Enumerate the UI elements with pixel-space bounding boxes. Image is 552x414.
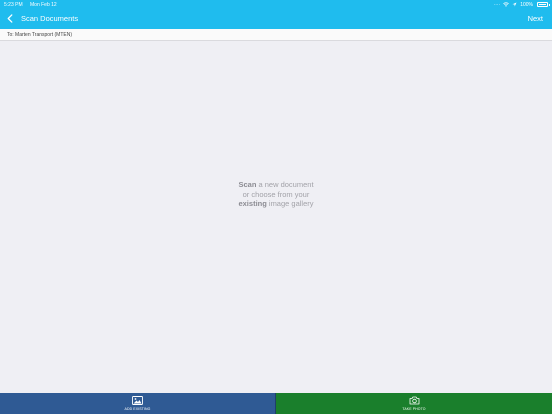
status-right: ···· 100% <box>493 1 550 8</box>
status-time: 5:23 PM <box>4 2 23 8</box>
battery-percent: 100% <box>520 1 533 8</box>
bottom-action-bar: ADD EXISTING TAKE PHOTO <box>0 393 552 414</box>
empty-state-line-3-rest: image gallery <box>266 199 314 208</box>
page-title: Scan Documents <box>21 14 79 23</box>
document-area: Scan a new document or choose from your … <box>0 41 552 393</box>
recipient-bar: To: Marten Transport (MTEN) <box>0 29 552 41</box>
add-existing-label: ADD EXISTING <box>124 407 151 411</box>
navigation-bar: Scan Documents Next <box>0 9 552 29</box>
back-button[interactable] <box>4 13 16 25</box>
scan-keyword: Scan <box>238 180 257 189</box>
take-photo-button[interactable]: TAKE PHOTO <box>276 393 552 414</box>
empty-state-message: Scan a new document or choose from your … <box>176 180 376 209</box>
battery-icon <box>537 2 550 7</box>
camera-icon <box>409 396 420 405</box>
image-gallery-icon <box>132 396 143 405</box>
status-bar: 5:23 PM Mon Feb 12 ···· 100% <box>0 0 552 9</box>
take-photo-label: TAKE PHOTO <box>402 407 426 411</box>
empty-state-line-1: Scan a new document <box>176 180 376 190</box>
signal-icon: ···· <box>493 1 501 8</box>
next-button[interactable]: Next <box>528 14 543 23</box>
status-left: 5:23 PM Mon Feb 12 <box>4 2 63 8</box>
add-existing-button[interactable]: ADD EXISTING <box>0 393 276 414</box>
status-date: Mon Feb 12 <box>30 2 57 8</box>
empty-state-line-1-rest: a new document <box>256 180 314 189</box>
empty-state-line-3: existing image gallery <box>176 199 376 209</box>
chevron-left-icon <box>7 10 13 28</box>
empty-state-line-2: or choose from your <box>242 189 310 199</box>
scan-documents-screen: 5:23 PM Mon Feb 12 ···· 100% Scan Docume… <box>0 0 552 414</box>
wifi-icon <box>503 2 510 7</box>
location-arrow-icon <box>512 2 517 7</box>
existing-keyword: existing <box>238 199 267 208</box>
recipient-text: To: Marten Transport (MTEN) <box>7 32 73 38</box>
header: 5:23 PM Mon Feb 12 ···· 100% Scan Docume… <box>0 0 552 29</box>
